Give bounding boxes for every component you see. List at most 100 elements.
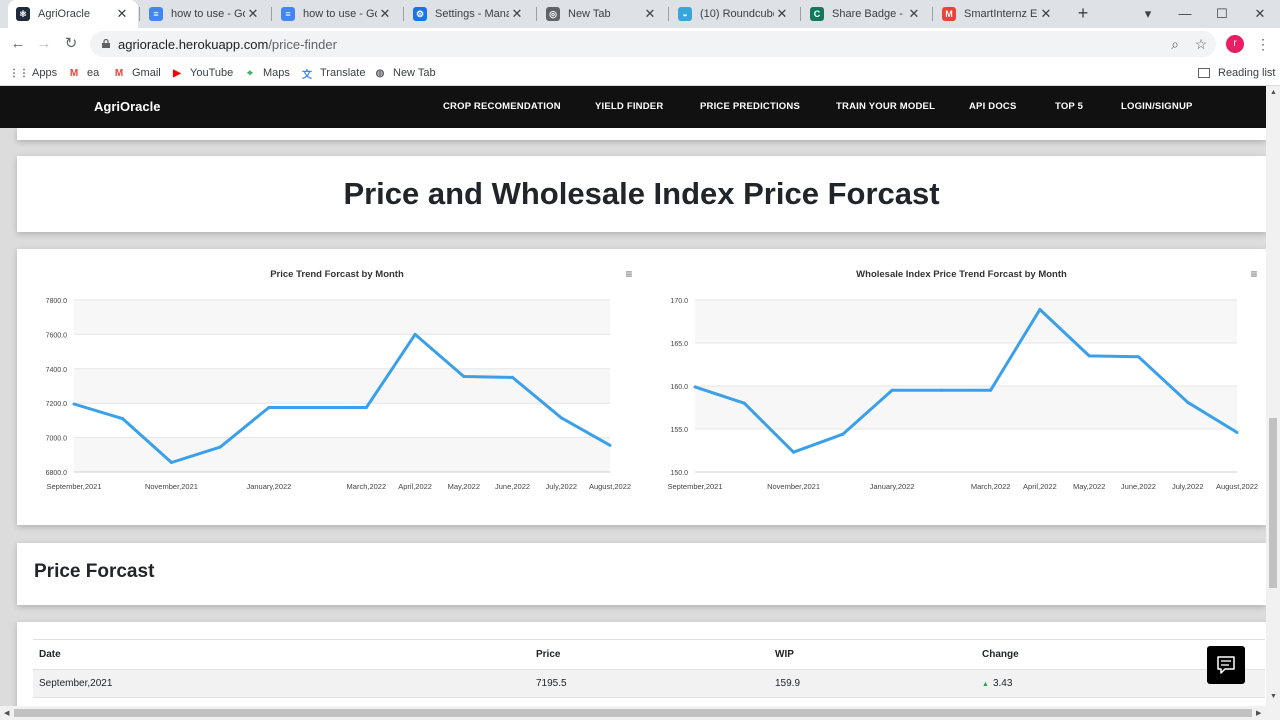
close-icon[interactable]: ✕	[774, 6, 790, 22]
forcast-table: Date Price WIP Change September,2021 719…	[33, 639, 1265, 706]
close-icon[interactable]: ✕	[245, 6, 261, 22]
data-point[interactable]	[989, 388, 993, 392]
data-point[interactable]	[218, 445, 222, 449]
scroll-down-icon[interactable]: ▼	[1270, 693, 1277, 700]
site-navbar: AgriOracle CROP RECOMENDATION YIELD FIND…	[0, 86, 1266, 128]
tab-separator	[668, 7, 669, 21]
apps-grid-icon: ⋮⋮	[9, 67, 29, 79]
browser-toolbar: ← → ↻ agrioracle.herokuapp.com/price-fin…	[0, 28, 1280, 60]
browser-tab[interactable]: ◎ New Tab ✕	[538, 0, 666, 28]
nav-crop-recommendation[interactable]: CROP RECOMENDATION	[443, 101, 561, 112]
bookmark-item[interactable]: ⌖ Maps	[243, 64, 290, 82]
close-icon[interactable]: ✕	[509, 6, 525, 22]
nav-price-predictions[interactable]: PRICE PREDICTIONS	[700, 101, 800, 112]
close-icon[interactable]: ✕	[642, 6, 658, 22]
data-point[interactable]	[742, 401, 746, 405]
data-point[interactable]	[169, 461, 173, 465]
site-brand[interactable]: AgriOracle	[94, 99, 160, 114]
x-tick-label: September,2021	[667, 482, 722, 491]
y-tick-label: 150.0	[670, 470, 688, 477]
data-point[interactable]	[1087, 354, 1091, 358]
bookmark-star-icon[interactable]: ☆	[1192, 35, 1210, 53]
close-icon[interactable]: ✕	[1038, 6, 1054, 22]
data-point[interactable]	[939, 388, 943, 392]
grid-band	[74, 368, 610, 404]
data-point[interactable]	[608, 443, 612, 447]
browser-tab-strip: ⚛AgriOracle✕≡how to use - Goo✕≡how to us…	[0, 0, 1280, 28]
bookmark-item[interactable]: M Gmail	[112, 64, 161, 82]
vertical-scrollbar[interactable]: ▲ ▼	[1266, 86, 1280, 706]
up-arrow-icon: ▲	[982, 681, 989, 688]
nav-top-5[interactable]: TOP 5	[1055, 101, 1083, 112]
horizontal-scrollbar[interactable]: ◀ ▶	[0, 706, 1280, 720]
data-point[interactable]	[1235, 430, 1239, 434]
data-point[interactable]	[316, 406, 320, 409]
nav-yield-finder[interactable]: YIELD FINDER	[595, 101, 663, 112]
data-point[interactable]	[267, 406, 271, 409]
data-point[interactable]	[72, 402, 76, 406]
data-point[interactable]	[364, 406, 368, 409]
reading-list-button[interactable]: Reading list	[1198, 64, 1275, 82]
section-title: Price Forcast	[34, 561, 155, 582]
profile-avatar[interactable]: r	[1226, 35, 1244, 53]
close-icon[interactable]: ✕	[906, 6, 922, 22]
chat-button[interactable]	[1207, 646, 1245, 684]
maximize-icon[interactable]: ☐	[1212, 4, 1232, 24]
header-wip: WIP	[769, 639, 976, 670]
title-card: Price and Wholesale Index Price Forcast	[17, 156, 1266, 232]
data-point[interactable]	[1038, 307, 1042, 311]
x-tick-label: March,2022	[347, 482, 387, 491]
browser-tab[interactable]: ⚛ AgriOracle ✕	[8, 0, 138, 28]
tab-search-icon[interactable]: ▾	[1138, 4, 1158, 24]
bookmark-item[interactable]: 文 Translate	[300, 64, 365, 82]
new-tab-button[interactable]: +	[1073, 4, 1093, 24]
table-row: September,2021 7195.5 159.9 ▲ 3.43	[33, 669, 1265, 698]
data-point[interactable]	[1136, 355, 1140, 359]
browser-tab[interactable]: M SmartInternz Ema✕	[934, 0, 1062, 28]
scroll-up-icon[interactable]: ▲	[1270, 89, 1277, 96]
browser-tab[interactable]: ≡ how to use - Goo✕	[141, 0, 269, 28]
data-point[interactable]	[462, 375, 466, 379]
bookmark-label: New Tab	[393, 67, 436, 79]
x-tick-label: August,2022	[589, 482, 631, 491]
tab-title: (10) Roundcube W	[700, 8, 774, 20]
back-icon[interactable]: ←	[8, 34, 28, 54]
browser-menu-icon[interactable]: ⋮	[1256, 34, 1270, 54]
data-point[interactable]	[511, 375, 515, 379]
nav-login-signup[interactable]: LOGIN/SIGNUP	[1121, 101, 1193, 112]
vertical-scroll-thumb[interactable]	[1269, 418, 1277, 588]
browser-tab[interactable]: ⚙ Settings - Manag✕	[405, 0, 533, 28]
data-point[interactable]	[693, 385, 697, 389]
scroll-left-icon[interactable]: ◀	[4, 709, 9, 717]
scroll-right-icon[interactable]: ▶	[1256, 709, 1261, 717]
browser-tab[interactable]: ◒ (10) Roundcube W✕	[670, 0, 798, 28]
forward-icon[interactable]: →	[34, 34, 54, 54]
bookmark-item[interactable]: Mea	[67, 64, 99, 82]
data-point[interactable]	[841, 432, 845, 436]
window-close-icon[interactable]: ✕	[1250, 4, 1270, 24]
roundcube-icon: ◒	[678, 7, 692, 21]
browser-tab[interactable]: ≡ how to use - Goo✕	[273, 0, 401, 28]
data-point[interactable]	[559, 416, 563, 420]
data-point[interactable]	[1186, 400, 1190, 404]
data-point[interactable]	[890, 388, 894, 392]
bookmark-item[interactable]: ▶ YouTube	[170, 64, 233, 82]
data-point[interactable]	[413, 332, 417, 336]
reload-icon[interactable]: ↻	[61, 34, 81, 54]
nav-api-docs[interactable]: API DOCS	[969, 101, 1017, 112]
cell-wip: 159.9	[769, 669, 976, 698]
horizontal-scroll-thumb[interactable]	[14, 709, 1252, 717]
browser-tab[interactable]: C Share Badge - Cre✕	[802, 0, 930, 28]
data-point[interactable]	[792, 450, 796, 454]
minimize-icon[interactable]: —	[1175, 4, 1195, 24]
tab-title: Settings - Manag	[435, 8, 509, 20]
zoom-icon[interactable]: ⌕	[1166, 35, 1184, 53]
close-icon[interactable]: ✕	[114, 6, 130, 22]
data-point[interactable]	[121, 417, 125, 421]
bookmark-item[interactable]: ◍ New Tab	[373, 64, 436, 82]
bookmark-item[interactable]: ⋮⋮ Apps	[9, 64, 57, 82]
y-tick-label: 155.0	[670, 427, 688, 434]
close-icon[interactable]: ✕	[377, 6, 393, 22]
nav-train-your-model[interactable]: TRAIN YOUR MODEL	[836, 101, 935, 112]
address-bar[interactable]: agrioracle.herokuapp.com/price-finder ⌕ …	[90, 31, 1216, 57]
